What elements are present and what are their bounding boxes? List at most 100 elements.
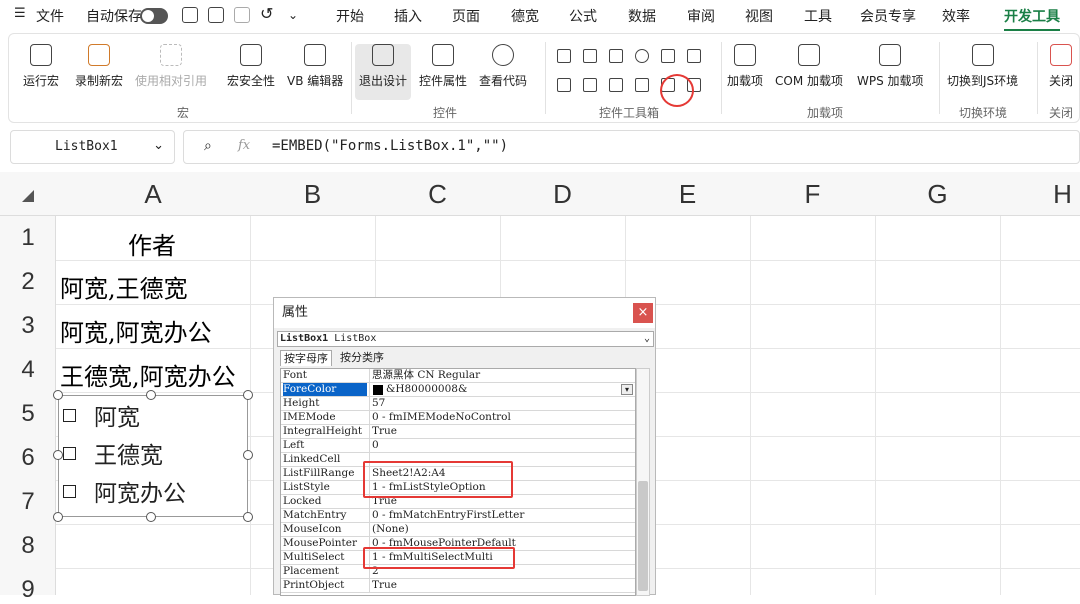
property-row[interactable]: IntegralHeight True — [281, 425, 635, 439]
option-button-icon[interactable] — [635, 49, 649, 63]
property-value[interactable]: True — [369, 579, 635, 593]
row-header[interactable]: 8 — [0, 532, 56, 560]
property-row[interactable]: Left 0 — [281, 439, 635, 453]
resize-handle[interactable] — [243, 390, 253, 400]
tab-member[interactable]: 会员专享 — [860, 6, 916, 26]
list-item[interactable]: 王德宽 — [63, 436, 163, 470]
property-row[interactable]: PrintObject True — [281, 579, 635, 593]
record-macro-button[interactable]: 录制新宏 — [75, 44, 123, 89]
resize-handle[interactable] — [243, 450, 253, 460]
resize-handle[interactable] — [53, 390, 63, 400]
relative-ref-button[interactable]: 使用相对引用 — [135, 44, 207, 89]
checkbox[interactable] — [63, 446, 76, 460]
row-header[interactable]: 9 — [0, 576, 56, 604]
property-row[interactable]: ForeColor &H80000008& ▾ — [281, 383, 635, 397]
tab-home[interactable]: 开始 — [336, 6, 364, 26]
row-header[interactable]: 4 — [0, 356, 56, 384]
print-preview-icon[interactable] — [208, 7, 224, 23]
fx-icon[interactable]: fx — [238, 138, 250, 153]
checkbox-control-icon[interactable] — [557, 49, 571, 63]
formula-input[interactable]: =EMBED("Forms.ListBox.1","") — [272, 138, 508, 154]
listbox-control[interactable]: 阿宽 王德宽 阿宽办公 — [58, 395, 248, 517]
menu-icon[interactable]: ☰ — [14, 6, 26, 21]
chevron-down-icon[interactable]: ⌄ — [153, 138, 164, 153]
column-header[interactable]: G — [875, 172, 1000, 216]
tab-page[interactable]: 页面 — [452, 6, 480, 26]
tab-tools[interactable]: 工具 — [804, 6, 832, 26]
property-value[interactable]: 0 - fmMatchEntryFirstLetter — [369, 509, 635, 523]
column-header[interactable]: C — [375, 172, 500, 216]
column-header[interactable]: A — [56, 172, 250, 216]
column-header[interactable]: H — [1000, 172, 1080, 216]
macro-security-button[interactable]: 宏安全性 — [227, 44, 275, 89]
tab-view[interactable]: 视图 — [745, 6, 773, 26]
tab-efficiency[interactable]: 效率 — [942, 6, 970, 26]
tab-formula[interactable]: 公式 — [569, 6, 597, 26]
column-header[interactable]: D — [500, 172, 625, 216]
property-row[interactable]: Font 思源黑体 CN Regular — [281, 369, 635, 383]
toggle-button-icon[interactable] — [557, 78, 571, 92]
checkbox[interactable] — [63, 484, 76, 498]
column-header[interactable]: F — [750, 172, 875, 216]
scrollbar-control-icon[interactable] — [609, 78, 623, 92]
zoom-search-icon[interactable]: ⌕ — [204, 138, 212, 154]
listbox-control-icon[interactable] — [661, 49, 675, 63]
addins-button[interactable]: 加载项 — [727, 44, 763, 89]
select-all-corner[interactable] — [22, 190, 34, 202]
dropdown-arrow-icon[interactable]: ▾ — [621, 384, 633, 395]
cell-a4[interactable]: 王德宽,阿宽办公 — [60, 357, 236, 392]
textbox-control-icon[interactable] — [583, 49, 597, 63]
spin-button-icon[interactable] — [583, 78, 597, 92]
combobox-control-icon[interactable] — [687, 49, 701, 63]
row-header[interactable]: 7 — [0, 488, 56, 516]
file-menu[interactable]: 文件 — [36, 6, 64, 26]
property-row[interactable]: IMEMode 0 - fmIMEModeNoControl — [281, 411, 635, 425]
column-header[interactable]: B — [250, 172, 375, 216]
name-box[interactable]: ListBox1 ⌄ — [10, 130, 175, 164]
resize-handle[interactable] — [146, 512, 156, 522]
property-value[interactable]: True — [369, 425, 635, 439]
vb-editor-button[interactable]: VB 编辑器 — [287, 44, 343, 89]
property-row[interactable]: MatchEntry 0 - fmMatchEntryFirstLetter — [281, 509, 635, 523]
close-icon[interactable]: × — [633, 303, 653, 323]
close-button[interactable]: 关闭 — [1049, 44, 1073, 89]
command-button-icon[interactable] — [609, 49, 623, 63]
list-item[interactable]: 阿宽 — [63, 398, 140, 432]
tab-insert[interactable]: 插入 — [394, 6, 422, 26]
row-header[interactable]: 3 — [0, 312, 56, 340]
control-properties-button[interactable]: 控件属性 — [419, 44, 467, 89]
row-header[interactable]: 5 — [0, 400, 56, 428]
object-selector[interactable]: ListBox1 ListBox ⌄ — [277, 331, 654, 347]
row-header[interactable]: 2 — [0, 268, 56, 296]
resize-handle[interactable] — [243, 512, 253, 522]
property-value[interactable]: 0 — [369, 439, 635, 453]
cell-a2[interactable]: 阿宽,王德宽 — [60, 269, 188, 304]
tab-review[interactable]: 审阅 — [687, 6, 715, 26]
property-value[interactable]: &H80000008& — [369, 383, 635, 397]
label-control-icon[interactable] — [635, 78, 649, 92]
tab-categorized[interactable]: 按分类序 — [337, 350, 387, 366]
scrollbar-thumb[interactable] — [638, 481, 648, 591]
row-header[interactable]: 1 — [0, 224, 56, 252]
switch-js-button[interactable]: 切换到JS环境 — [947, 44, 1018, 89]
exit-design-button[interactable]: 退出设计 — [355, 44, 412, 100]
view-code-button[interactable]: 查看代码 — [479, 44, 527, 89]
undo-icon[interactable]: ↺ — [260, 4, 273, 23]
run-macro-button[interactable]: 运行宏 — [23, 44, 59, 89]
property-value[interactable]: 思源黑体 CN Regular — [369, 369, 635, 383]
autosave-toggle[interactable] — [140, 8, 168, 24]
save-icon[interactable] — [182, 7, 198, 23]
formula-bar[interactable]: ⌕ fx =EMBED("Forms.ListBox.1","") — [183, 130, 1080, 164]
camera-icon[interactable] — [234, 7, 250, 23]
resize-handle[interactable] — [146, 390, 156, 400]
property-value[interactable]: 57 — [369, 397, 635, 411]
tab-developer[interactable]: 开发工具 — [1004, 6, 1060, 31]
tab-alphabetic[interactable]: 按字母序 — [280, 350, 332, 366]
property-value[interactable]: (None) — [369, 523, 635, 537]
tab-dekuan[interactable]: 德宽 — [511, 6, 539, 26]
list-item[interactable]: 阿宽办公 — [63, 474, 186, 508]
com-addins-button[interactable]: COM 加载项 — [775, 44, 843, 89]
tab-data[interactable]: 数据 — [628, 6, 656, 26]
checkbox[interactable] — [63, 408, 76, 422]
cell-a3[interactable]: 阿宽,阿宽办公 — [60, 313, 212, 348]
